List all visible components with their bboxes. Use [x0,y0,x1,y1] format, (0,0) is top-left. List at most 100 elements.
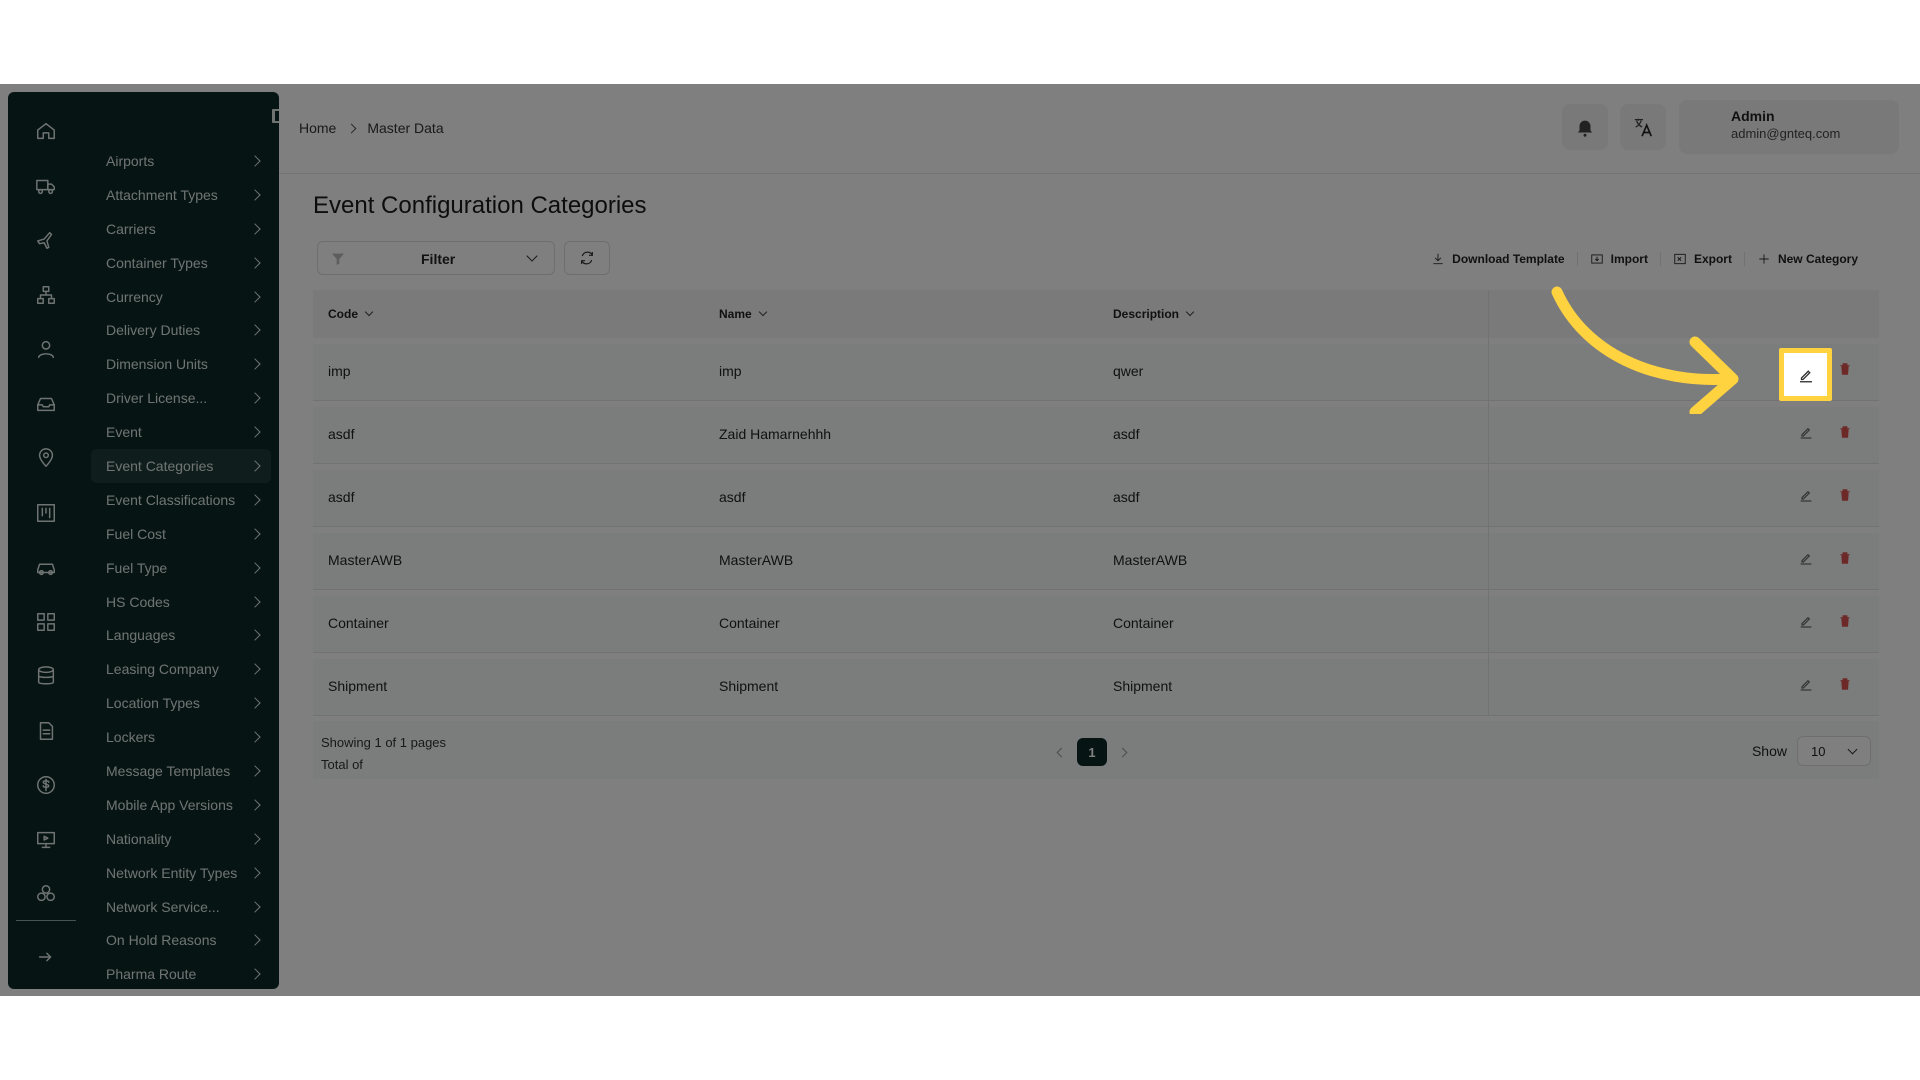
table-row[interactable]: Shipment Shipment Shipment [313,653,1879,716]
location-icon[interactable] [35,447,57,469]
sidebar-item-label: Mobile App Versions [106,796,233,813]
sidebar-item[interactable]: Event [91,415,271,449]
cell-description: Container [1113,615,1174,631]
cell-name: Container [719,615,780,631]
sidebar-item[interactable]: Delivery Duties [91,313,271,347]
edit-icon[interactable] [1798,676,1814,692]
sidebar-item-label: Network Entity Types [106,864,238,881]
sidebar-item[interactable]: On Hold Reasons [91,923,271,957]
export-button[interactable]: Export [1659,252,1744,266]
new-category-button[interactable]: New Category [1743,252,1870,266]
sidebar-item-label: Delivery Duties [106,322,201,339]
trash-icon[interactable] [1837,550,1853,566]
trash-icon[interactable] [1837,676,1853,692]
sidebar-item[interactable]: Currency [91,280,271,314]
refresh-button[interactable] [564,241,610,275]
refresh-icon [581,251,593,265]
sidebar-item[interactable]: Mobile App Versions [91,788,271,822]
page-button-current[interactable]: 1 [1077,738,1107,766]
user-menu[interactable]: Admin admin@gnteq.com [1679,100,1899,154]
logout-icon[interactable] [35,946,57,968]
cell-code: asdf [328,426,355,442]
column-header-description[interactable]: Description [1113,307,1195,321]
sidebar-item[interactable]: Dimension Units [91,347,271,381]
table-row[interactable]: MasterAWB MasterAWB MasterAWB [313,527,1879,590]
row-background [313,596,1879,652]
sidebar-item-label: Airports [106,152,155,169]
document-icon[interactable] [35,720,57,742]
trash-icon[interactable] [1837,424,1853,440]
chevron-right-icon [249,561,261,574]
sidebar-item[interactable]: Network Service... [91,890,271,924]
sidebar-item[interactable]: Attachment Types [91,178,271,212]
sidebar-item[interactable]: Carriers [91,212,271,246]
edit-icon[interactable] [1798,613,1814,629]
edit-icon[interactable] [1798,487,1814,503]
chevron-left-icon[interactable] [1056,747,1067,757]
trash-icon[interactable] [1837,361,1853,377]
import-button[interactable]: Import [1576,252,1660,266]
sidebar-item[interactable]: Message Templates [91,754,271,788]
sidebar-item[interactable]: Pharma Route [91,957,271,991]
chevron-right-icon[interactable] [1117,747,1128,757]
sidebar-item[interactable]: Network Entity Types [91,856,271,890]
edit-icon[interactable] [1798,550,1814,566]
sidebar-item-label: Event [106,424,142,441]
sidebar-item[interactable]: Lockers [91,720,271,754]
sidebar-item[interactable]: Container Types [91,246,271,280]
plane-icon[interactable] [35,229,57,251]
user-email: admin@gnteq.com [1731,126,1841,141]
sidebar-item[interactable]: Leasing Company [91,652,271,686]
sidebar-item[interactable]: Event Classifications [91,483,271,517]
kanban-icon[interactable] [35,502,57,524]
inbox-icon[interactable] [35,393,57,415]
funnel-icon [332,253,344,265]
highlighted-edit-button[interactable] [1779,348,1832,401]
truck-icon[interactable] [35,175,57,197]
page-size-select[interactable]: 10 [1797,736,1871,766]
car-icon[interactable] [35,556,57,578]
sidebar-item[interactable]: Airports [91,144,271,178]
sidebar-item[interactable]: Languages [91,618,271,652]
user-icon[interactable] [35,338,57,360]
sidebar-item-label: Attachment Types [106,186,218,203]
monitor-icon[interactable] [35,829,57,851]
column-divider [1488,401,1489,463]
sidebar-item[interactable]: Fuel Cost [91,517,271,551]
cell-description: asdf [1113,426,1140,442]
sidebar-item[interactable]: Event Categories [91,449,271,483]
notifications-button[interactable] [1562,104,1608,150]
page-title: Event Configuration Categories [313,192,647,219]
sidebar-item[interactable]: Fuel Type [91,551,271,585]
column-header-name[interactable]: Name [719,307,767,321]
sidebar-item-label: Location Types [106,695,200,712]
grid-icon[interactable] [35,611,57,633]
edit-icon[interactable] [1798,424,1814,440]
sidebar-item[interactable]: Driver License... [91,381,271,415]
network-icon[interactable] [35,284,57,306]
table-row[interactable]: asdf asdf asdf [313,464,1879,527]
tutorial-arrow-icon [1551,286,1739,414]
sidebar-item[interactable]: HS Codes [91,585,271,619]
breadcrumb-home[interactable]: Home [299,120,336,136]
trash-icon[interactable] [1837,613,1853,629]
cell-code: imp [328,363,351,379]
table-row[interactable]: Container Container Container [313,590,1879,653]
cell-name: asdf [719,489,746,505]
sidebar-item[interactable]: Location Types [91,686,271,720]
dollar-icon[interactable] [35,774,57,796]
boxes-icon[interactable] [35,883,57,905]
sidebar-item-label: Driver License... [106,390,208,407]
home-icon[interactable] [35,120,57,142]
trash-icon[interactable] [1837,487,1853,503]
sidebar-item-label: On Hold Reasons [106,932,217,949]
column-header-code[interactable]: Code [328,307,374,321]
chevron-right-icon [249,799,261,811]
database-icon[interactable] [35,665,57,687]
sidebar-item[interactable]: Nationality [91,822,271,856]
excel-icon [1674,253,1686,265]
chevron-right-icon [249,358,261,370]
language-button[interactable] [1620,104,1666,150]
download-template-button[interactable]: Download Template [1419,252,1576,266]
filter-dropdown[interactable]: Filter [317,241,555,275]
